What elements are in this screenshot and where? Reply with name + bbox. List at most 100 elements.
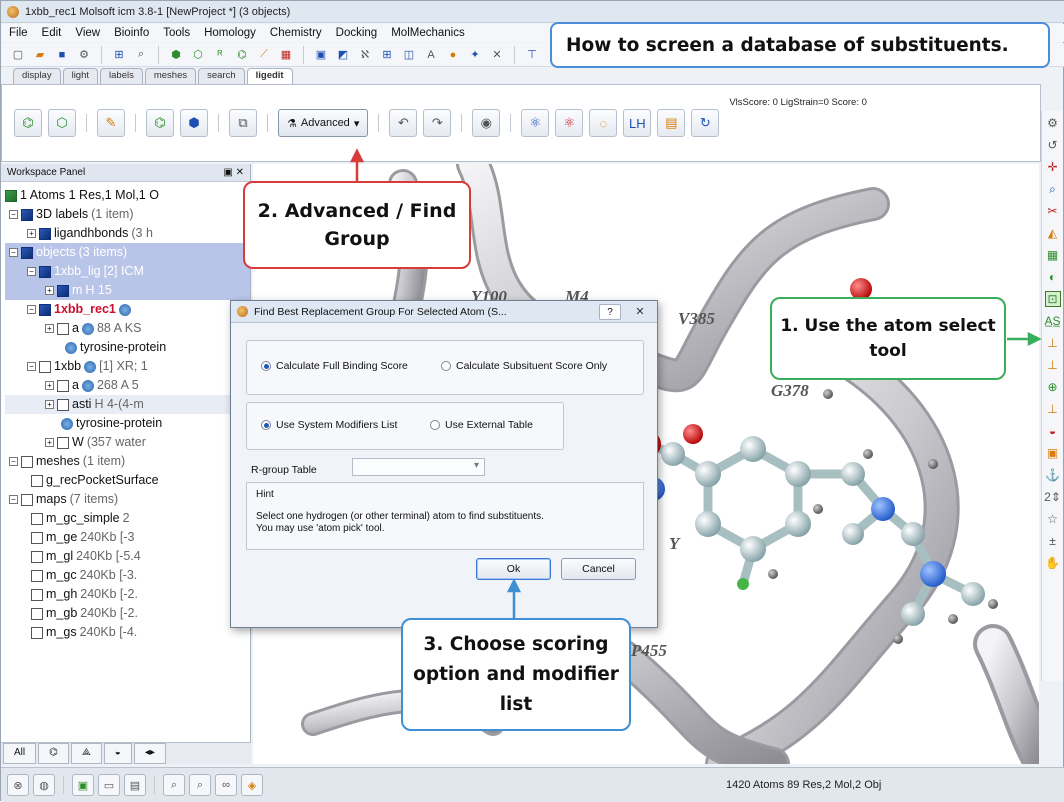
table-icon[interactable]: ⊞ [110,46,128,64]
target-icon[interactable]: ◉ [472,109,501,137]
menu-homology[interactable]: Homology [204,27,256,39]
expand-icon[interactable]: + [45,400,54,409]
checkbox[interactable] [57,436,69,449]
panel-controls[interactable]: ▣ ✕ [223,167,244,178]
tree-item-map[interactable]: m_ge 240Kb [-3 [5,528,250,547]
radio-external-table[interactable]: Use External Table [430,419,533,431]
radio-unselected-icon[interactable] [430,420,440,430]
hand-icon[interactable]: ✋ [1045,555,1061,571]
tree-item-meshes[interactable]: − meshes (1 item) [5,452,250,471]
tree-item-asti[interactable]: + asti H 4-(4-m [5,395,250,414]
star-icon[interactable]: ☆ [1045,511,1061,527]
tree-item-w[interactable]: + W (357 water [5,433,250,452]
zoom-icon[interactable]: ⌕ [1045,181,1061,197]
menu-chemistry[interactable]: Chemistry [270,27,322,39]
tab-mesh-icon[interactable]: ◒ [103,743,132,764]
collapse-icon[interactable]: − [27,362,36,371]
ligand-view-icon[interactable]: ⌬ [14,109,42,137]
tag-icon[interactable]: ◈ [241,774,263,796]
menu-file[interactable]: File [9,27,28,39]
collapse-icon[interactable]: − [27,267,36,276]
menu-molmechanics[interactable]: MolMechanics [391,27,465,39]
tree-item-1xbb-rec1[interactable]: − 1xbb_rec1 [5,300,250,319]
rotate-icon[interactable]: ↺ [1045,137,1061,153]
tree-item-map[interactable]: m_gc 240Kb [-3. [5,566,250,585]
stick-icon[interactable]: ⟋ [255,46,273,64]
refresh-icon[interactable]: ↻ [691,109,720,137]
tree-item-map[interactable]: m_gc_simple 2 [5,509,250,528]
workspace-toggle-icon[interactable]: ▣ [72,774,94,796]
anchor-icon[interactable]: ⚓ [1045,467,1061,483]
menu-bioinfo[interactable]: Bioinfo [114,27,149,39]
tree-root[interactable]: 1 Atoms 1 Res,1 Mol,1 O [5,186,250,205]
tool-1-icon[interactable]: ⊤ [523,46,541,64]
pencil-icon[interactable]: ✎ [97,109,125,137]
advanced-button[interactable]: ⚗ Advanced ▾ [278,109,369,137]
tree-item-tyrosine-protein[interactable]: tyrosine-protein [5,338,250,357]
clip-icon[interactable]: ✂ [1045,203,1061,219]
close-button[interactable]: ✕ [629,304,651,320]
search-icon[interactable]: ⌕ [132,46,150,64]
scroll-arrows-icon[interactable]: ◂▸ [133,743,166,764]
minimize-icon[interactable]: ◌ [589,109,618,137]
tab-chemistry-icon[interactable]: ⌬ [38,743,69,764]
tree-item-map[interactable]: m_gs 240Kb [-4. [5,623,250,642]
checkbox[interactable] [21,493,33,506]
select-residue-icon[interactable]: ▦ [1045,247,1061,263]
window-toggle-icon[interactable]: ▭ [98,774,120,796]
checkbox[interactable] [31,550,43,563]
ligand-edit-icon[interactable]: ⬡ [48,109,76,137]
radio-system-modifiers[interactable]: Use System Modifiers List [261,419,397,431]
menu-docking[interactable]: Docking [336,27,378,39]
color-icon[interactable]: ● [444,46,462,64]
mesh-icon[interactable]: ◒ [1045,423,1061,439]
measure-angle-icon[interactable]: ⊥ [1045,357,1061,373]
tab-all[interactable]: All [3,743,37,764]
settings-icon[interactable]: ⚙ [75,46,93,64]
lock-icon[interactable]: ▣ [1045,445,1061,461]
zoom-search-icon[interactable]: ⌕ [189,774,211,796]
window-icon[interactable]: ◫ [400,46,418,64]
tools-icon[interactable]: ✕ [488,46,506,64]
tree-item-m[interactable]: + m H 15 [5,281,250,300]
collapse-icon[interactable]: − [9,248,18,257]
checkbox[interactable] [31,626,43,639]
measure-distance-icon[interactable]: ⊥ [1045,335,1061,351]
tab-search[interactable]: search [198,68,245,84]
tree-item-tyrosine-protein-2[interactable]: tyrosine-protein [5,414,250,433]
expand-icon[interactable]: + [45,438,54,447]
table-view-icon[interactable]: ⊞ [378,46,396,64]
tab-labels[interactable]: labels [100,68,143,84]
radio-substituent-score-only[interactable]: Calculate Subsituent Score Only [441,360,607,372]
cancel-button[interactable]: Cancel [561,558,636,580]
checkbox[interactable] [31,512,43,525]
tab-meshes[interactable]: meshes [144,68,197,84]
tab-ligedit[interactable]: ligedit [246,68,293,84]
chart-icon[interactable]: ▤ [657,109,686,137]
redo-icon[interactable]: ↷ [423,109,452,137]
sequence-icon[interactable]: ℵ [356,46,374,64]
collapse-icon[interactable]: − [9,495,18,504]
tree-item-1xbb-lig[interactable]: − 1xbb_lig [2] ICM [5,262,250,281]
tree-item-3d-labels[interactable]: − 3D labels (1 item) [5,205,250,224]
menu-edit[interactable]: Edit [42,27,62,39]
radio-unselected-icon[interactable] [441,361,451,371]
tree-item-g-recpocketsurface[interactable]: g_recPocketSurface [5,471,250,490]
checkbox[interactable] [31,569,43,582]
measure-torsion-icon[interactable]: ⊕ [1045,379,1061,395]
gear-icon[interactable]: ⚙ [1045,115,1061,131]
new-file-icon[interactable]: ▢ [9,46,27,64]
checkbox[interactable] [21,455,33,468]
expand-icon[interactable]: + [45,324,54,333]
undo-icon[interactable]: ↶ [389,109,418,137]
expand-icon[interactable]: + [27,229,36,238]
menu-tools[interactable]: Tools [163,27,190,39]
collapse-icon[interactable]: − [27,305,36,314]
atom-select-icon[interactable]: ⊡ [1044,291,1061,307]
lh-icon[interactable]: LH [623,109,652,137]
checkbox[interactable] [57,379,69,392]
tree-item-map[interactable]: m_gl 240Kb [-5.4 [5,547,250,566]
select-object-icon[interactable]: ◐ [1045,269,1061,285]
molecule-add-icon[interactable]: ⬡ [189,46,207,64]
checkbox[interactable] [31,474,43,487]
